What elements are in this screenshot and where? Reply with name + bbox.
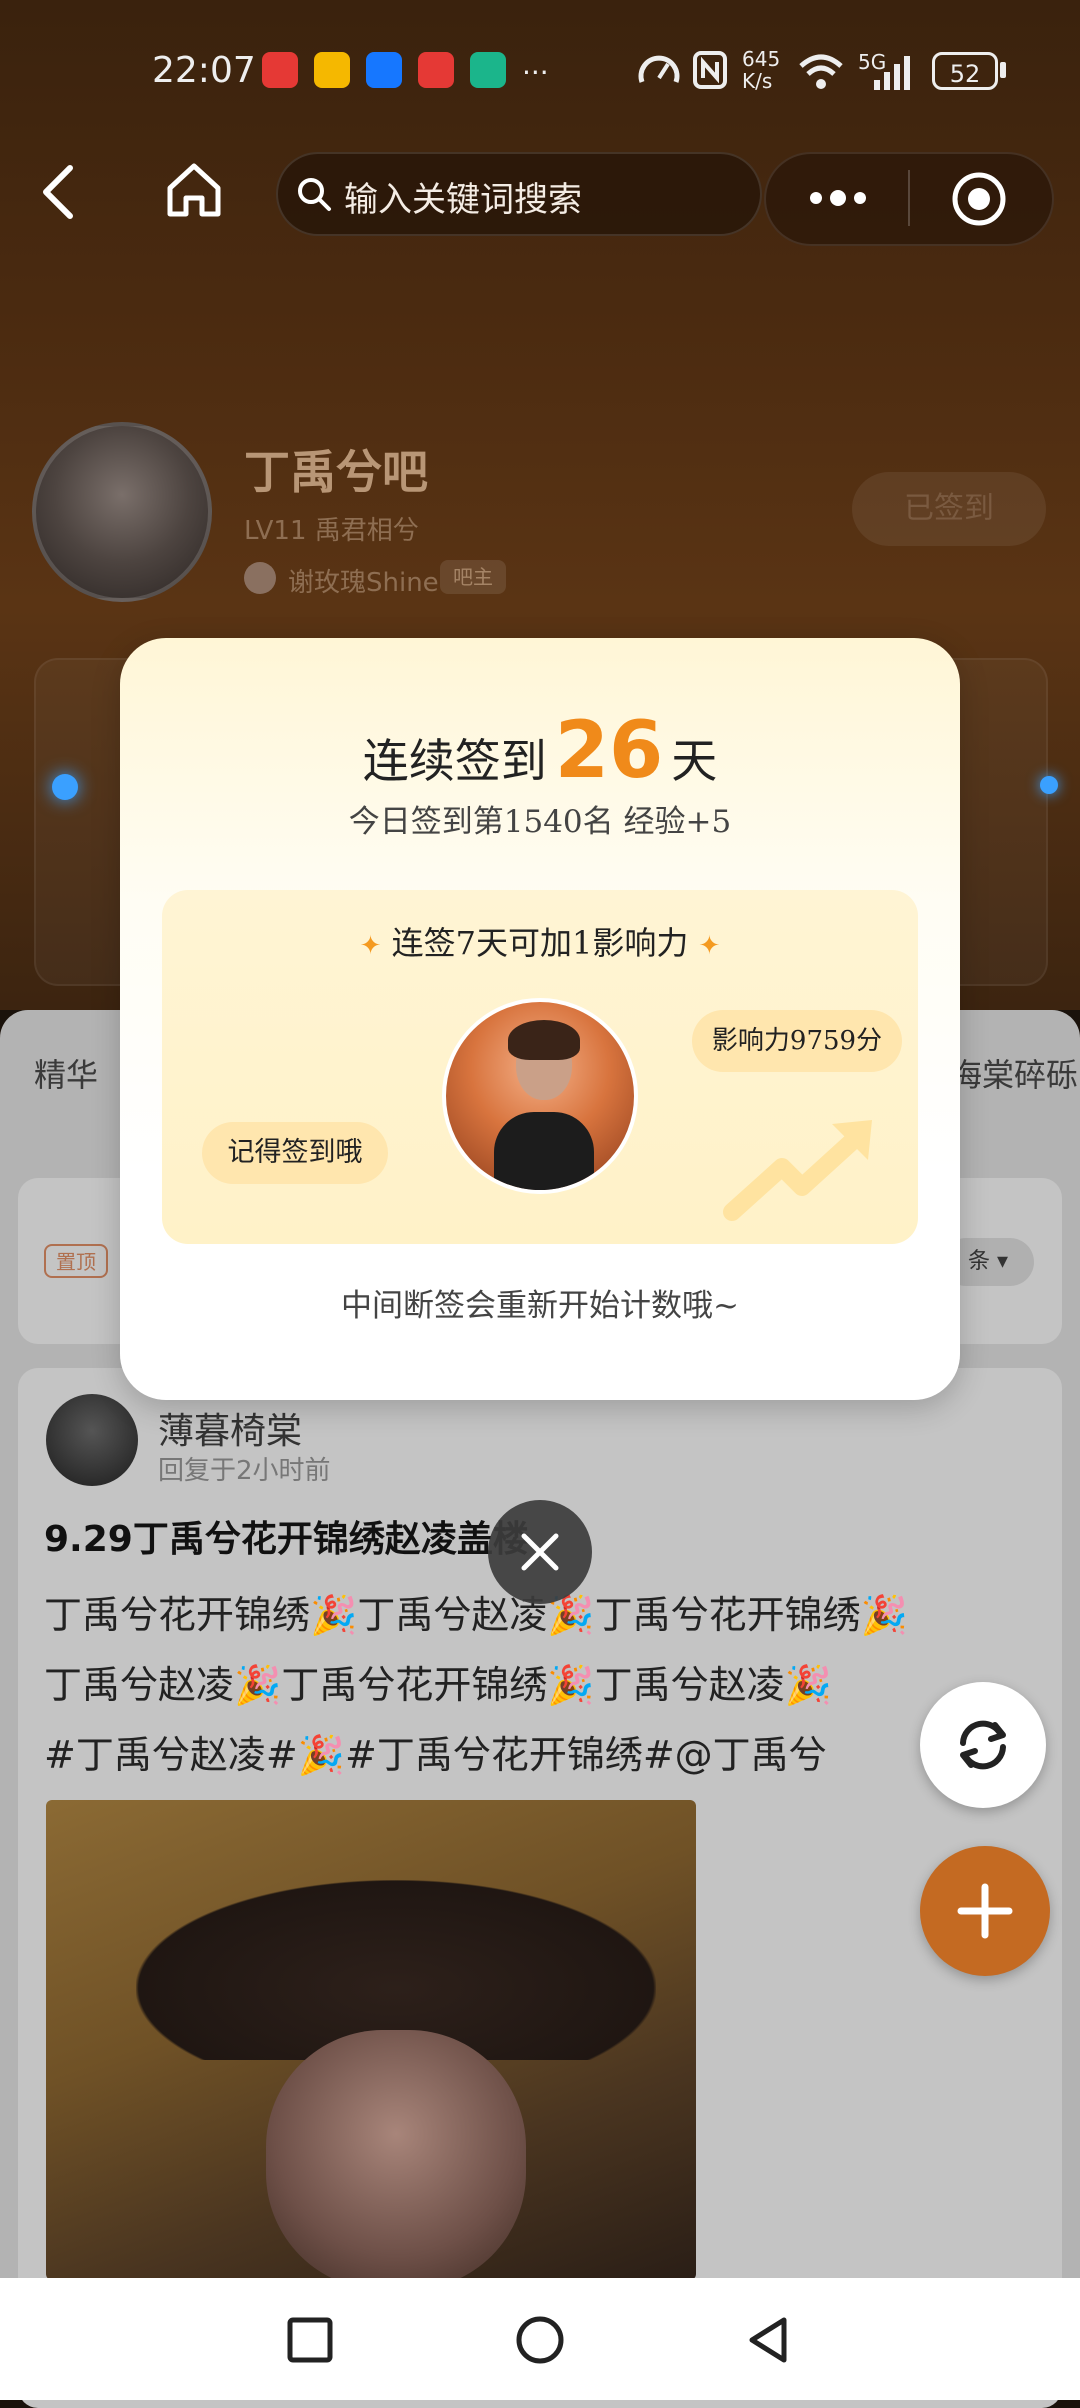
post-time: 回复于2小时前 [158, 1456, 331, 1486]
bonus-panel: ✦ 连签7天可加1影响力 ✦ 记得签到哦 影响力9759分 [162, 890, 918, 1244]
security-app-icon [470, 52, 506, 88]
bonus-title-row: ✦ 连签7天可加1影响力 ✦ [162, 918, 918, 964]
tab-featured[interactable]: 精华 [34, 1050, 98, 1096]
streak-suffix: 天 [671, 734, 718, 788]
more-options-icon[interactable] [806, 186, 870, 210]
post-body-line: #丁禹兮赵凌#🎉#丁禹兮花开锦绣#@丁禹兮 [44, 1733, 827, 1777]
glow-dot-right [1040, 776, 1058, 794]
huawei-app-icon [262, 52, 298, 88]
speedometer-icon [638, 55, 680, 83]
forum-name: 丁禹兮吧 [244, 445, 428, 499]
refresh-button[interactable] [920, 1682, 1046, 1808]
image-face-shape [266, 2030, 526, 2280]
idol-figure-hair [508, 1020, 580, 1060]
forum-avatar[interactable] [32, 422, 212, 602]
network-speed: 645 K/s [742, 47, 781, 93]
add-post-button[interactable] [920, 1846, 1050, 1976]
post-author-avatar[interactable] [46, 1394, 138, 1486]
back-icon[interactable] [34, 162, 84, 222]
system-navigation-bar [0, 2278, 1080, 2400]
status-bar: 22:07 ··· 645 K/s 5G 52 [0, 0, 1080, 140]
streak-days: 26 [554, 706, 664, 796]
tab-haitang[interactable]: 海棠碎砾 [950, 1050, 1078, 1096]
status-time: 22:07 [152, 50, 256, 91]
influence-bubble: 影响力9759分 [692, 1010, 902, 1072]
owner-badge: 吧主 [440, 560, 506, 594]
glow-dot-left [52, 774, 78, 800]
battery-tip [1000, 62, 1006, 78]
post-body: 丁禹兮花开锦绣🎉丁禹兮赵凌🎉丁禹兮花开锦绣🎉 丁禹兮赵凌🎉丁禹兮花开锦绣🎉丁禹兮… [44, 1580, 1034, 1790]
post-body-line: 丁禹兮赵凌🎉丁禹兮花开锦绣🎉丁禹兮赵凌🎉 [44, 1663, 832, 1707]
close-miniprogram-icon[interactable] [950, 170, 1008, 228]
sparkle-icon: ✦ [359, 931, 382, 961]
sign-in-success-dialog: 连续签到 26 天 今日签到第1540名 经验+5 ✦ 连签7天可加1影响力 ✦ 记… [120, 638, 960, 1400]
post-title[interactable]: 9.29丁禹兮花开锦绣赵凌盖楼 [44, 1510, 529, 1562]
streak-footer-note: 中间断签会重新开始计数哦~ [341, 1288, 739, 1324]
wifi-icon [799, 54, 843, 89]
trend-up-icon [723, 1120, 872, 1221]
forum-level: LV11 禹君相兮 [244, 516, 419, 546]
search-input[interactable]: 输入关键词搜索 [344, 172, 582, 221]
capsule-divider [908, 170, 910, 226]
idol-figure-body [494, 1112, 594, 1190]
streak-prefix: 连续签到 [362, 734, 547, 788]
alipay-app-icon [366, 52, 402, 88]
back-nav-icon[interactable] [744, 2314, 792, 2366]
sticky-badge: 置顶 [44, 1244, 108, 1278]
plus-icon [957, 1883, 1013, 1939]
recents-icon[interactable] [286, 2316, 334, 2364]
home-icon[interactable] [164, 160, 224, 220]
close-dialog-button[interactable] [488, 1500, 592, 1604]
idol-avatar [442, 998, 638, 1194]
search-icon [298, 178, 331, 211]
refresh-icon [960, 1720, 1006, 1770]
sparkle-icon: ✦ [698, 931, 721, 961]
owner-name[interactable]: 谢玫瑰Shine [288, 562, 439, 599]
more-notifications-icon: ··· [522, 56, 549, 89]
weibo-app-icon [314, 52, 350, 88]
streak-heading: 连续签到 26 天 [120, 706, 960, 796]
owner-avatar [244, 562, 276, 594]
battery-indicator: 52 [932, 52, 998, 90]
close-icon [521, 1533, 559, 1571]
home-nav-icon[interactable] [514, 2314, 566, 2366]
appgallery-app-icon [418, 52, 454, 88]
signal-icon [874, 56, 910, 90]
today-rank-info: 今日签到第1540名 经验+5 [348, 804, 732, 840]
post-image[interactable] [46, 1800, 696, 2280]
post-author-name[interactable]: 薄暮椅棠 [158, 1402, 302, 1454]
reminder-bubble: 记得签到哦 [202, 1122, 388, 1184]
signed-button[interactable]: 已签到 [852, 472, 1046, 546]
bonus-title: 连签7天可加1影响力 [391, 924, 689, 962]
nfc-icon [693, 51, 727, 89]
